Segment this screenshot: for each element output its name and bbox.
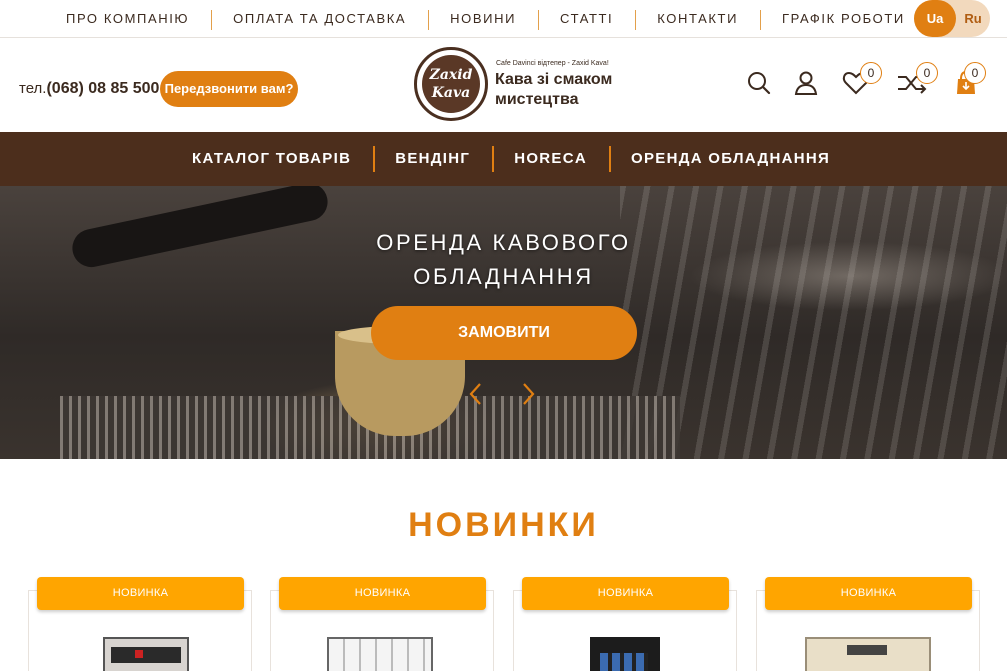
top-nav-articles[interactable]: СТАТТІ (538, 10, 635, 30)
new-tag: НОВИНКА (522, 577, 729, 610)
slogan-small: Cafe Davinci відтепер - Zaxid Kava! (496, 60, 609, 67)
top-nav-contacts[interactable]: КОНТАКТИ (635, 10, 760, 30)
product-card[interactable]: НОВИНКА (756, 577, 980, 671)
phone: тел.(068) 08 85 500 (19, 80, 159, 98)
user-icon[interactable] (791, 68, 821, 98)
product-display-panel (111, 647, 181, 663)
slider-prev-chevron-icon[interactable] (466, 382, 486, 406)
main-nav-catalog[interactable]: КАТАЛОГ ТОВАРІВ (170, 146, 373, 172)
top-bar: ПРО КОМПАНІЮ ОПЛАТА ТА ДОСТАВКА НОВИНИ С… (0, 0, 1007, 38)
logo-line2: Kava (431, 85, 471, 101)
product-card[interactable]: НОВИНКА (28, 577, 252, 671)
cart-count-badge: 0 (964, 62, 986, 84)
slogan: Кава зі смаком мистецтва (495, 71, 613, 108)
compare-count-badge: 0 (916, 62, 938, 84)
top-nav-schedule[interactable]: ГРАФІК РОБОТИ (760, 10, 927, 30)
lang-ru-button[interactable]: Ru (960, 0, 986, 37)
main-nav-equipment-rental[interactable]: ОРЕНДА ОБЛАДНАННЯ (609, 146, 852, 172)
lang-ua-button[interactable]: Ua (914, 0, 956, 37)
slider-next-chevron-icon[interactable] (518, 382, 538, 406)
product-image-vending-machine (590, 637, 660, 671)
product-card[interactable]: НОВИНКА (270, 577, 494, 671)
product-red-indicator (135, 650, 143, 658)
product-image-coffee-machine (103, 637, 189, 671)
product-screen (600, 653, 648, 671)
top-nav-payment-delivery[interactable]: ОПЛАТА ТА ДОСТАВКА (211, 10, 428, 30)
callback-button[interactable]: Передзвонити вам? (160, 71, 298, 107)
phone-number[interactable]: (068) 08 85 500 (46, 80, 159, 97)
main-nav-horeca[interactable]: HORECA (492, 146, 609, 172)
wishlist-count-badge: 0 (860, 62, 882, 84)
top-nav-news[interactable]: НОВИНИ (428, 10, 538, 30)
logo-badge: Zaxid Kava (422, 55, 480, 113)
main-nav: КАТАЛОГ ТОВАРІВ ВЕНДІНГ HORECA ОРЕНДА ОБ… (0, 132, 1007, 186)
new-products-title: НОВИНКИ (408, 506, 599, 544)
new-tag: НОВИНКА (765, 577, 972, 610)
phone-prefix: тел. (19, 80, 47, 97)
top-nav-about[interactable]: ПРО КОМПАНІЮ (44, 10, 211, 28)
order-button[interactable]: ЗАМОВИТИ (371, 306, 637, 360)
hero-title-line2: ОБЛАДНАННЯ (413, 264, 594, 289)
new-tag: НОВИНКА (279, 577, 486, 610)
language-switcher: Ua Ru (914, 0, 990, 37)
new-tag: НОВИНКА (37, 577, 244, 610)
product-image-espresso-machine (805, 637, 931, 671)
main-nav-vending[interactable]: ВЕНДІНГ (373, 146, 492, 172)
product-card[interactable]: НОВИНКА (513, 577, 737, 671)
header: тел.(068) 08 85 500 Передзвонити вам? Za… (0, 38, 1007, 132)
hero-slider: ОРЕНДА КАВОВОГО ОБЛАДНАННЯ ЗАМОВИТИ (0, 186, 1007, 459)
product-display-panel (847, 645, 887, 655)
logo[interactable]: Zaxid Kava (414, 47, 488, 121)
search-icon[interactable] (744, 68, 774, 98)
top-nav: ПРО КОМПАНІЮ ОПЛАТА ТА ДОСТАВКА НОВИНИ С… (44, 0, 927, 38)
product-image-dishwasher (327, 637, 433, 671)
hero-title: ОРЕНДА КАВОВОГО ОБЛАДНАННЯ (0, 226, 1007, 294)
hero-title-line1: ОРЕНДА КАВОВОГО (376, 230, 631, 255)
logo-line1: Zaxid (429, 67, 473, 83)
